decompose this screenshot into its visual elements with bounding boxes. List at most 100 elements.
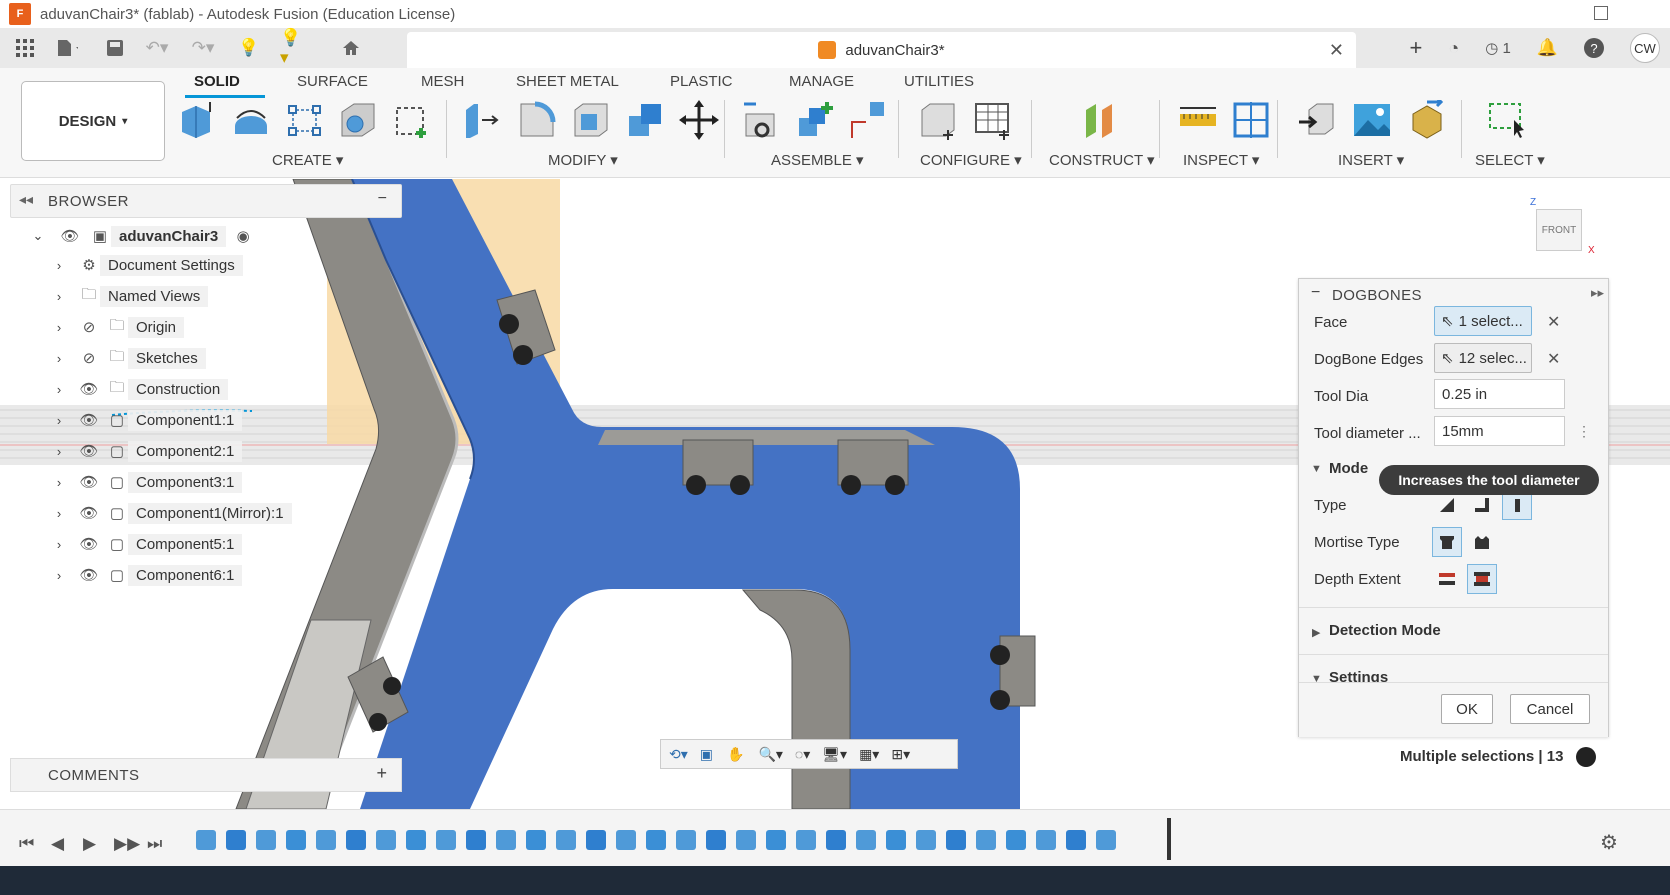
- tree-item-row[interactable]: › ⊘ 🗀 Sketches: [52, 345, 206, 371]
- clear-face-icon[interactable]: ✕: [1547, 312, 1560, 332]
- extrude-revolve-icon[interactable]: [231, 100, 271, 140]
- grid-icon[interactable]: ▦▾: [859, 746, 879, 763]
- hidden-eye-icon[interactable]: ⊘: [78, 348, 100, 368]
- mortise-side-option[interactable]: [1467, 527, 1497, 557]
- tree-item-row[interactable]: › 👁 ▢ Component1:1: [52, 407, 243, 433]
- chevron-right-icon[interactable]: ›: [52, 475, 66, 490]
- display-settings-icon[interactable]: 🖥▾: [822, 746, 847, 763]
- add-comment-icon[interactable]: +: [376, 763, 387, 784]
- visibility-eye-icon[interactable]: 👁: [78, 441, 100, 461]
- tab-utilities[interactable]: UTILITIES: [904, 73, 974, 90]
- notifications-bell-icon[interactable]: 🔔: [1537, 38, 1558, 58]
- tool-diameter-input[interactable]: 15mm: [1434, 416, 1565, 446]
- chevron-right-icon[interactable]: ▶: [1312, 626, 1320, 639]
- timeline-feature-icon[interactable]: [406, 830, 426, 850]
- tree-item-row[interactable]: › 👁 🗀 Construction: [52, 376, 229, 402]
- timeline-feature-icon[interactable]: [946, 830, 966, 850]
- tab-mesh[interactable]: MESH: [421, 73, 464, 90]
- section-analysis-icon[interactable]: [1231, 100, 1271, 140]
- timeline-step-back-icon[interactable]: ◀: [51, 834, 64, 854]
- timeline-feature-icon[interactable]: [196, 830, 216, 850]
- ok-button[interactable]: OK: [1441, 694, 1493, 724]
- create-form-icon[interactable]: [393, 100, 433, 140]
- help-icon[interactable]: ?: [1584, 38, 1604, 58]
- joint-icon[interactable]: [795, 100, 835, 140]
- face-selection-button[interactable]: ⇖ 1 select...: [1434, 306, 1532, 336]
- visibility-eye-icon[interactable]: 👁: [78, 503, 100, 523]
- visibility-eye-icon[interactable]: 👁: [78, 565, 100, 585]
- insert-mesh-icon[interactable]: [1407, 100, 1447, 140]
- visibility-eye-icon[interactable]: 👁: [78, 410, 100, 430]
- mode-section-label[interactable]: Mode: [1329, 460, 1368, 477]
- timeline-step-forward-icon[interactable]: ▶▶: [114, 834, 140, 854]
- visibility-eye-icon[interactable]: 👁: [59, 226, 81, 246]
- mortise-along-option[interactable]: [1432, 527, 1462, 557]
- clear-edges-icon[interactable]: ✕: [1547, 349, 1560, 369]
- close-tab-icon[interactable]: ✕: [1329, 40, 1344, 61]
- fillet-icon[interactable]: [517, 100, 557, 140]
- insert-menu[interactable]: INSERT ▾: [1338, 151, 1404, 169]
- timeline-feature-icon[interactable]: [1036, 830, 1056, 850]
- collapse-dialog-icon[interactable]: −: [1311, 284, 1320, 302]
- configuration-table-icon[interactable]: [972, 100, 1012, 140]
- modify-menu[interactable]: MODIFY ▾: [548, 151, 618, 169]
- timeline-feature-icon[interactable]: [316, 830, 336, 850]
- undo-icon[interactable]: ↶▾: [146, 37, 169, 59]
- chevron-right-icon[interactable]: ›: [52, 320, 66, 335]
- edges-selection-button[interactable]: ⇖ 12 selec...: [1434, 343, 1532, 373]
- look-at-icon[interactable]: ▣: [700, 746, 713, 763]
- chevron-right-icon[interactable]: ›: [52, 351, 66, 366]
- tree-root-row[interactable]: ⌄ 👁 ▣ aduvanChair3 ◉: [31, 223, 254, 249]
- tree-item-row[interactable]: › 👁 ▢ Component2:1: [52, 438, 243, 464]
- tree-item-row[interactable]: › 👁 ▢ Component1(Mirror):1: [52, 500, 292, 526]
- visibility-eye-icon[interactable]: 👁: [78, 472, 100, 492]
- as-built-joint-icon[interactable]: [848, 100, 888, 140]
- chevron-right-icon[interactable]: ›: [52, 568, 66, 583]
- create-sketch-icon[interactable]: [285, 100, 325, 140]
- selection-filter-icon[interactable]: [1576, 747, 1596, 767]
- timeline-feature-icon[interactable]: [556, 830, 576, 850]
- create-menu[interactable]: CREATE ▾: [272, 151, 343, 169]
- chevron-right-icon[interactable]: ›: [52, 506, 66, 521]
- tab-sheet-metal[interactable]: SHEET METAL: [516, 73, 619, 90]
- timeline-feature-icon[interactable]: [646, 830, 666, 850]
- restore-window-button[interactable]: [1594, 6, 1608, 20]
- new-component-icon[interactable]: [178, 100, 218, 140]
- timeline-feature-icon[interactable]: [496, 830, 516, 850]
- assemble-menu[interactable]: ASSEMBLE ▾: [771, 151, 864, 169]
- timeline-feature-icon[interactable]: [466, 830, 486, 850]
- select-menu[interactable]: SELECT ▾: [1475, 151, 1545, 169]
- timeline-feature-icon[interactable]: [1096, 830, 1116, 850]
- timeline-feature-icon[interactable]: [856, 830, 876, 850]
- lightbulb-icon[interactable]: 💡: [238, 37, 260, 59]
- shell-icon[interactable]: [338, 100, 378, 140]
- press-pull-icon[interactable]: [462, 100, 502, 140]
- zoom-icon[interactable]: 🔍▾: [758, 746, 782, 763]
- tool-dia-input[interactable]: 0.25 in: [1434, 379, 1565, 409]
- timeline-feature-icon[interactable]: [286, 830, 306, 850]
- chevron-right-icon[interactable]: ›: [52, 537, 66, 552]
- timeline-feature-icon[interactable]: [226, 830, 246, 850]
- fit-icon[interactable]: ◌▾: [795, 746, 810, 763]
- chevron-right-icon[interactable]: ›: [52, 444, 66, 459]
- timeline-feature-icon[interactable]: [976, 830, 996, 850]
- tab-plastic[interactable]: PLASTIC: [670, 73, 733, 90]
- tree-item-row[interactable]: › 👁 ▢ Component5:1: [52, 531, 243, 557]
- hidden-eye-icon[interactable]: ⊘: [78, 317, 100, 337]
- more-options-icon[interactable]: ⋮: [1577, 423, 1591, 440]
- tree-item-row[interactable]: › ⚙ Document Settings: [52, 252, 243, 278]
- data-panel-grid-icon[interactable]: [14, 37, 36, 59]
- timeline-end-icon[interactable]: ⏭: [147, 834, 162, 854]
- tree-item-row[interactable]: › 🗀 Named Views: [52, 283, 209, 309]
- activate-radio-icon[interactable]: ◉: [232, 226, 254, 246]
- timeline-feature-icon[interactable]: [346, 830, 366, 850]
- view-cube-front-face[interactable]: FRONT: [1536, 209, 1582, 251]
- timeline-play-icon[interactable]: ▶: [83, 834, 96, 854]
- insert-derive-icon[interactable]: [1297, 100, 1337, 140]
- timeline-feature-icon[interactable]: [256, 830, 276, 850]
- new-tab-plus-icon[interactable]: +: [1409, 35, 1422, 61]
- tree-item-row[interactable]: › 👁 ▢ Component3:1: [52, 469, 243, 495]
- timeline-feature-icon[interactable]: [916, 830, 936, 850]
- timeline-marker[interactable]: [1167, 818, 1171, 860]
- timeline-feature-icon[interactable]: [766, 830, 786, 850]
